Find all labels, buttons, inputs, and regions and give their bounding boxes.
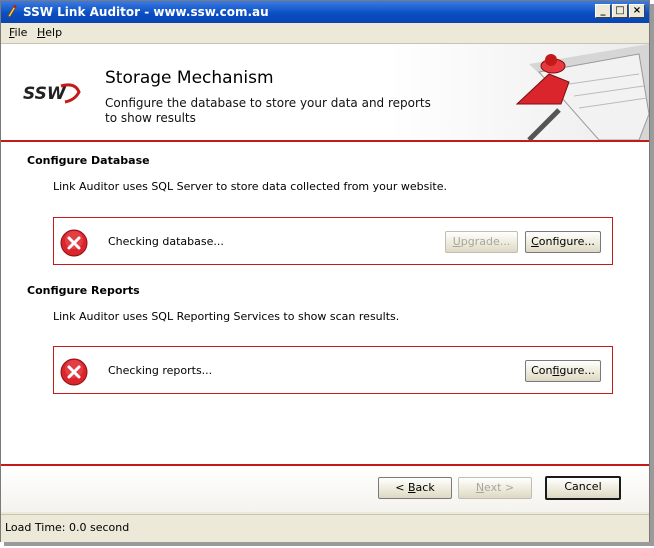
maximize-button[interactable]: □ [612, 4, 628, 18]
error-icon [60, 358, 88, 386]
main-window: SSW Link Auditor - www.ssw.com.au _ □ × … [0, 0, 650, 542]
window-title: SSW Link Auditor - www.ssw.com.au [23, 5, 269, 19]
database-status-box: Checking database... Upgrade... Configur… [53, 217, 613, 265]
next-button[interactable]: Next > [458, 477, 532, 499]
error-icon [60, 229, 88, 257]
load-time-text: Load Time: 0.0 second [5, 521, 130, 534]
cancel-button[interactable]: Cancel [545, 476, 621, 500]
wizard-header: SSW Storage Mechanism Configure the data… [1, 44, 649, 142]
configure-database-button[interactable]: Configure... [525, 231, 601, 253]
minimize-button[interactable]: _ [595, 4, 611, 18]
wizard-footer: < Back Next > Cancel [1, 466, 649, 512]
window-shadow-bottom [4, 542, 654, 546]
reports-status-box: Checking reports... Configure... [53, 346, 613, 394]
reports-status-text: Checking reports... [108, 364, 213, 377]
database-section-title: Configure Database [27, 154, 150, 167]
back-button[interactable]: < Back [378, 477, 452, 499]
app-icon [7, 5, 17, 18]
title-bar[interactable]: SSW Link Auditor - www.ssw.com.au _ □ × [1, 1, 649, 23]
reports-section-title: Configure Reports [27, 284, 140, 297]
clipboard-illustration [515, 44, 649, 140]
wizard-content: Configure Database Link Auditor uses SQL… [1, 142, 649, 464]
configure-reports-button[interactable]: Configure... [525, 360, 601, 382]
menu-file[interactable]: File [9, 26, 27, 39]
upgrade-button[interactable]: Upgrade... [445, 231, 518, 253]
database-description: Link Auditor uses SQL Server to store da… [53, 180, 447, 193]
window-shadow-right [650, 4, 654, 546]
menu-help[interactable]: Help [37, 26, 62, 39]
ssw-logo: SSW [23, 83, 81, 104]
svg-text:SSW: SSW [23, 84, 67, 104]
close-button[interactable]: × [629, 4, 645, 18]
page-title: Storage Mechanism [105, 68, 274, 88]
page-subtitle: Configure the database to store your dat… [105, 96, 431, 125]
reports-description: Link Auditor uses SQL Reporting Services… [53, 310, 400, 323]
status-bar: Load Time: 0.0 second [1, 514, 649, 542]
database-status-text: Checking database... [108, 235, 224, 248]
menu-bar: File Help [1, 23, 649, 44]
